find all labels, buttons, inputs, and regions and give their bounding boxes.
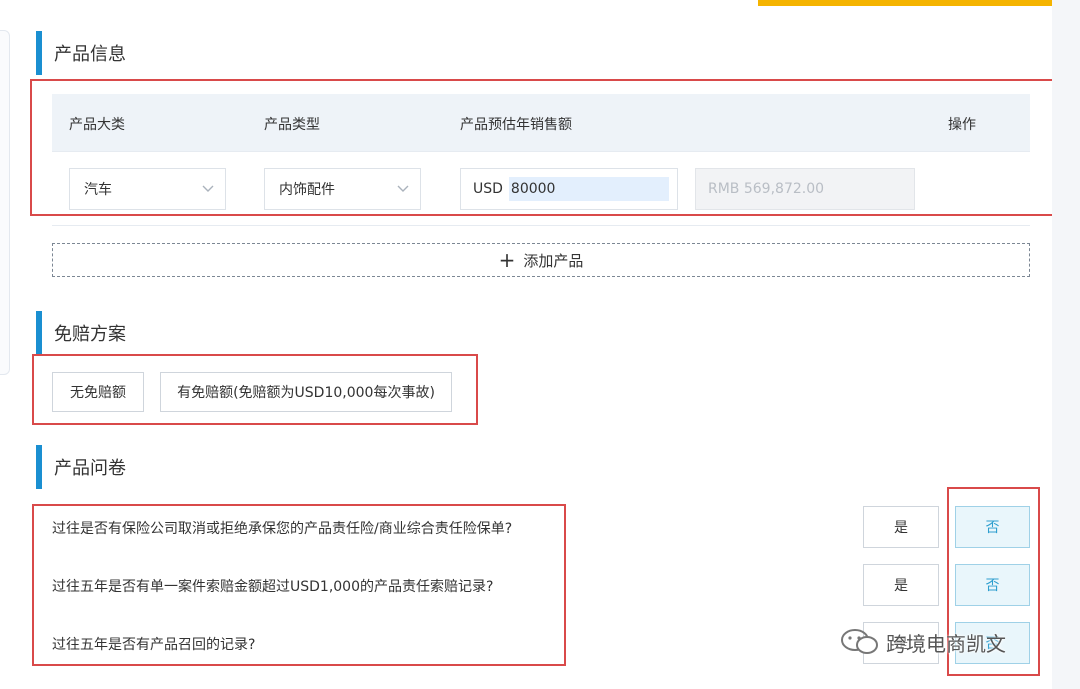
section-accent-bar — [36, 311, 42, 355]
section-title-text: 免赔方案 — [54, 324, 126, 345]
left-panel-edge — [0, 30, 10, 375]
watermark: 跨境电商凯文 — [840, 625, 1006, 659]
plus-icon: + — [498, 248, 516, 272]
question-1-yes-button[interactable]: 是 — [863, 506, 939, 548]
section-title-product-info: 产品信息 — [36, 31, 126, 75]
wechat-icon — [841, 629, 878, 654]
highlight-box-product-table — [30, 79, 1064, 216]
section-title-text: 产品问卷 — [54, 458, 126, 479]
question-2-yes-button[interactable]: 是 — [863, 564, 939, 606]
highlight-box-deductible — [32, 354, 478, 425]
top-accent-bar — [758, 0, 1054, 6]
section-accent-bar — [36, 31, 42, 75]
section-accent-bar — [36, 445, 42, 489]
watermark-text: 跨境电商凯文 — [886, 631, 1006, 656]
add-product-label: 添加产品 — [523, 251, 584, 270]
add-product-button[interactable]: + 添加产品 — [52, 243, 1030, 277]
section-title-questionnaire: 产品问卷 — [36, 445, 126, 489]
table-divider — [52, 225, 1030, 226]
right-gutter — [1052, 0, 1080, 689]
section-title-deductible: 免赔方案 — [36, 311, 126, 355]
section-title-text: 产品信息 — [54, 44, 126, 65]
page: 产品信息 产品大类 产品类型 产品预估年销售额 操作 汽车 内饰配件 USD 8… — [0, 0, 1064, 689]
highlight-box-questions — [32, 504, 566, 666]
